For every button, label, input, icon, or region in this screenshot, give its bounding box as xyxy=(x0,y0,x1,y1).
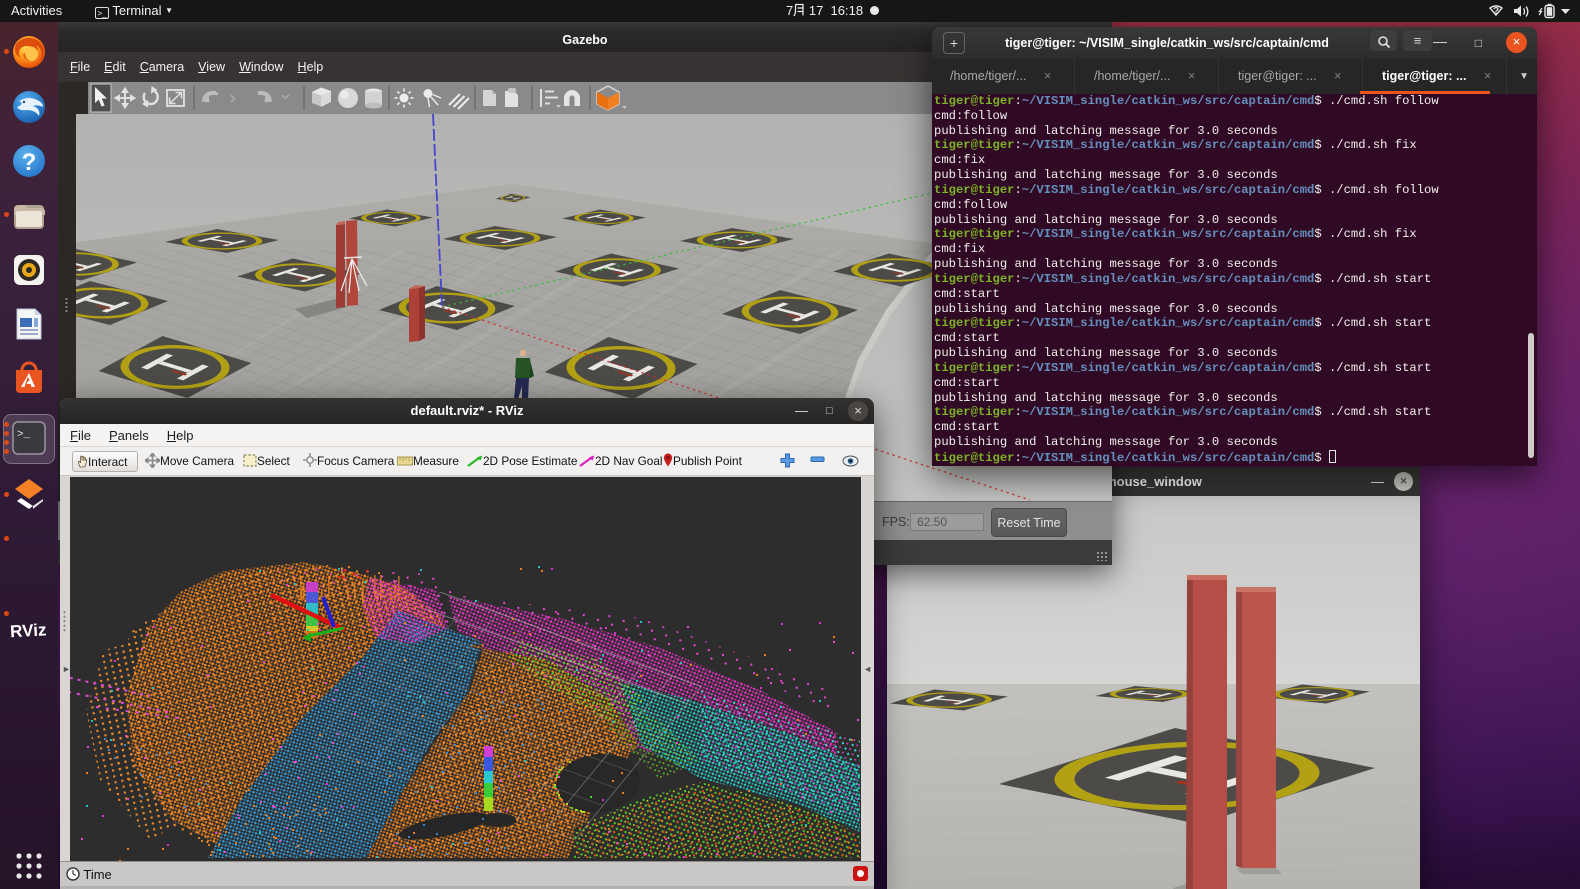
svg-text:?: ? xyxy=(1493,6,1499,17)
svg-text:?: ? xyxy=(22,149,37,176)
svg-text:>_: >_ xyxy=(17,429,31,441)
svg-text:RViz: RViz xyxy=(10,620,46,641)
